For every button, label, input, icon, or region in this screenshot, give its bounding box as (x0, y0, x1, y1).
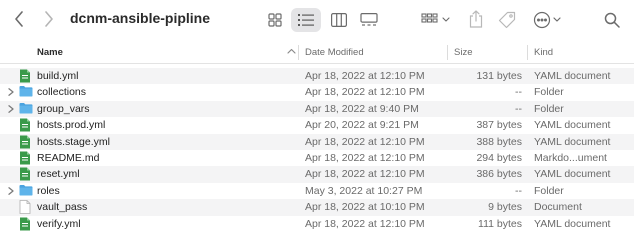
name-column-header[interactable]: Name (37, 47, 63, 58)
folder-icon (19, 102, 33, 117)
file-row[interactable]: vault_pass Apr 18, 2022 at 10:10 PM 9 byte… (0, 199, 634, 216)
file-size: -- (515, 184, 522, 197)
file-name: reset.yml (37, 168, 80, 181)
file-date-modified: Apr 18, 2022 at 12:10 PM (305, 151, 425, 164)
group-by-icon[interactable] (420, 11, 452, 29)
file-size: -- (515, 102, 522, 115)
file-name: vault_pass (37, 201, 88, 214)
file-kind: YAML document (534, 70, 611, 82)
file-name: roles (37, 184, 60, 197)
file-date-modified: Apr 18, 2022 at 12:10 PM (305, 70, 425, 82)
disclosure-triangle-icon[interactable] (8, 104, 14, 116)
file-size: 294 bytes (476, 151, 522, 164)
file-size: 131 bytes (476, 70, 522, 82)
more-actions-icon[interactable] (532, 10, 564, 30)
folder-row[interactable]: group_vars Apr 18, 2022 at 9:40 PM -- Folde… (0, 100, 634, 118)
file-kind: Folder (534, 102, 564, 115)
column-divider[interactable] (527, 45, 528, 60)
chevron-left-icon[interactable] (14, 11, 24, 27)
file-name: collections (37, 86, 87, 99)
file-kind: YAML document (534, 135, 611, 148)
icon-grid-view-icon[interactable] (266, 11, 284, 29)
size-column-header[interactable]: Size (454, 47, 472, 58)
file-kind: Markdo...ument (534, 151, 607, 164)
gallery-view-icon[interactable] (360, 11, 378, 29)
tag-icon[interactable] (497, 10, 517, 30)
file-row[interactable]: README.md Apr 18, 2022 at 12:10 PM 294 byt… (0, 150, 634, 166)
disclosure-triangle-icon[interactable] (8, 186, 14, 198)
column-divider[interactable] (447, 45, 448, 60)
file-row[interactable]: hosts.prod.yml Apr 20, 2022 at 9:21 PM 387… (0, 117, 634, 133)
file-name: build.yml (37, 70, 79, 82)
file-name: group_vars (37, 102, 90, 115)
file-kind: YAML document (534, 168, 611, 181)
file-kind: YAML document (534, 217, 611, 230)
file-name: hosts.prod.yml (37, 119, 106, 132)
file-date-modified: Apr 18, 2022 at 12:10 PM (305, 217, 425, 230)
folder-row[interactable]: collections Apr 18, 2022 at 12:10 PM -- Fol… (0, 84, 634, 100)
disclosure-triangle-icon[interactable] (8, 87, 14, 99)
search-icon[interactable] (603, 11, 621, 29)
date-column-header[interactable]: Date Modified (305, 47, 364, 58)
file-date-modified: May 3, 2022 at 10:27 PM (305, 184, 423, 197)
file-name: hosts.stage.yml (37, 135, 110, 148)
file-date-modified: Apr 18, 2022 at 12:10 PM (305, 86, 425, 99)
window-title: dcnm-ansible-pipline (70, 10, 211, 26)
file-date-modified: Apr 20, 2022 at 9:21 PM (305, 119, 419, 132)
file-size: 9 bytes (488, 201, 522, 214)
file-row[interactable]: verify.yml Apr 18, 2022 at 12:10 PM 111 by… (0, 216, 634, 232)
file-kind: YAML document (534, 119, 611, 132)
file-row[interactable]: build.yml Apr 18, 2022 at 12:10 PM 131 byt… (0, 68, 634, 85)
yaml-file-icon (19, 217, 31, 234)
file-kind: Folder (534, 184, 564, 197)
file-size: -- (515, 86, 522, 99)
chevron-up-icon[interactable] (287, 46, 296, 57)
file-size: 387 bytes (476, 119, 522, 132)
file-size: 111 bytes (478, 217, 522, 230)
file-date-modified: Apr 18, 2022 at 9:40 PM (305, 102, 419, 115)
file-row[interactable]: hosts.stage.yml Apr 18, 2022 at 12:10 PM 3… (0, 133, 634, 150)
toolbar: dcnm-ansible-pipline (0, 0, 634, 41)
folder-icon (19, 85, 33, 100)
chevron-right-icon[interactable] (44, 11, 54, 27)
folder-icon (19, 184, 33, 199)
file-date-modified: Apr 18, 2022 at 12:10 PM (305, 135, 425, 148)
column-divider[interactable] (298, 45, 299, 60)
file-size: 388 bytes (476, 135, 522, 148)
file-row[interactable]: reset.yml Apr 18, 2022 at 12:10 PM 386 byt… (0, 166, 634, 183)
file-kind: Folder (534, 86, 564, 99)
file-name: verify.yml (37, 217, 81, 230)
file-size: 386 bytes (476, 168, 522, 181)
list-view-icon[interactable] (291, 8, 321, 32)
file-date-modified: Apr 18, 2022 at 10:10 PM (305, 201, 425, 214)
file-name: README.md (37, 151, 100, 164)
folder-row[interactable]: roles May 3, 2022 at 10:27 PM -- Folder (0, 183, 634, 199)
column-header-bar: Name Date Modified Size Kind (0, 41, 634, 64)
share-icon[interactable] (467, 9, 485, 29)
file-kind: Document (534, 201, 582, 214)
kind-column-header[interactable]: Kind (534, 47, 553, 58)
file-date-modified: Apr 18, 2022 at 12:10 PM (305, 168, 425, 181)
file-list: build.yml Apr 18, 2022 at 12:10 PM 131 byt… (0, 68, 634, 232)
column-view-icon[interactable] (330, 11, 348, 29)
